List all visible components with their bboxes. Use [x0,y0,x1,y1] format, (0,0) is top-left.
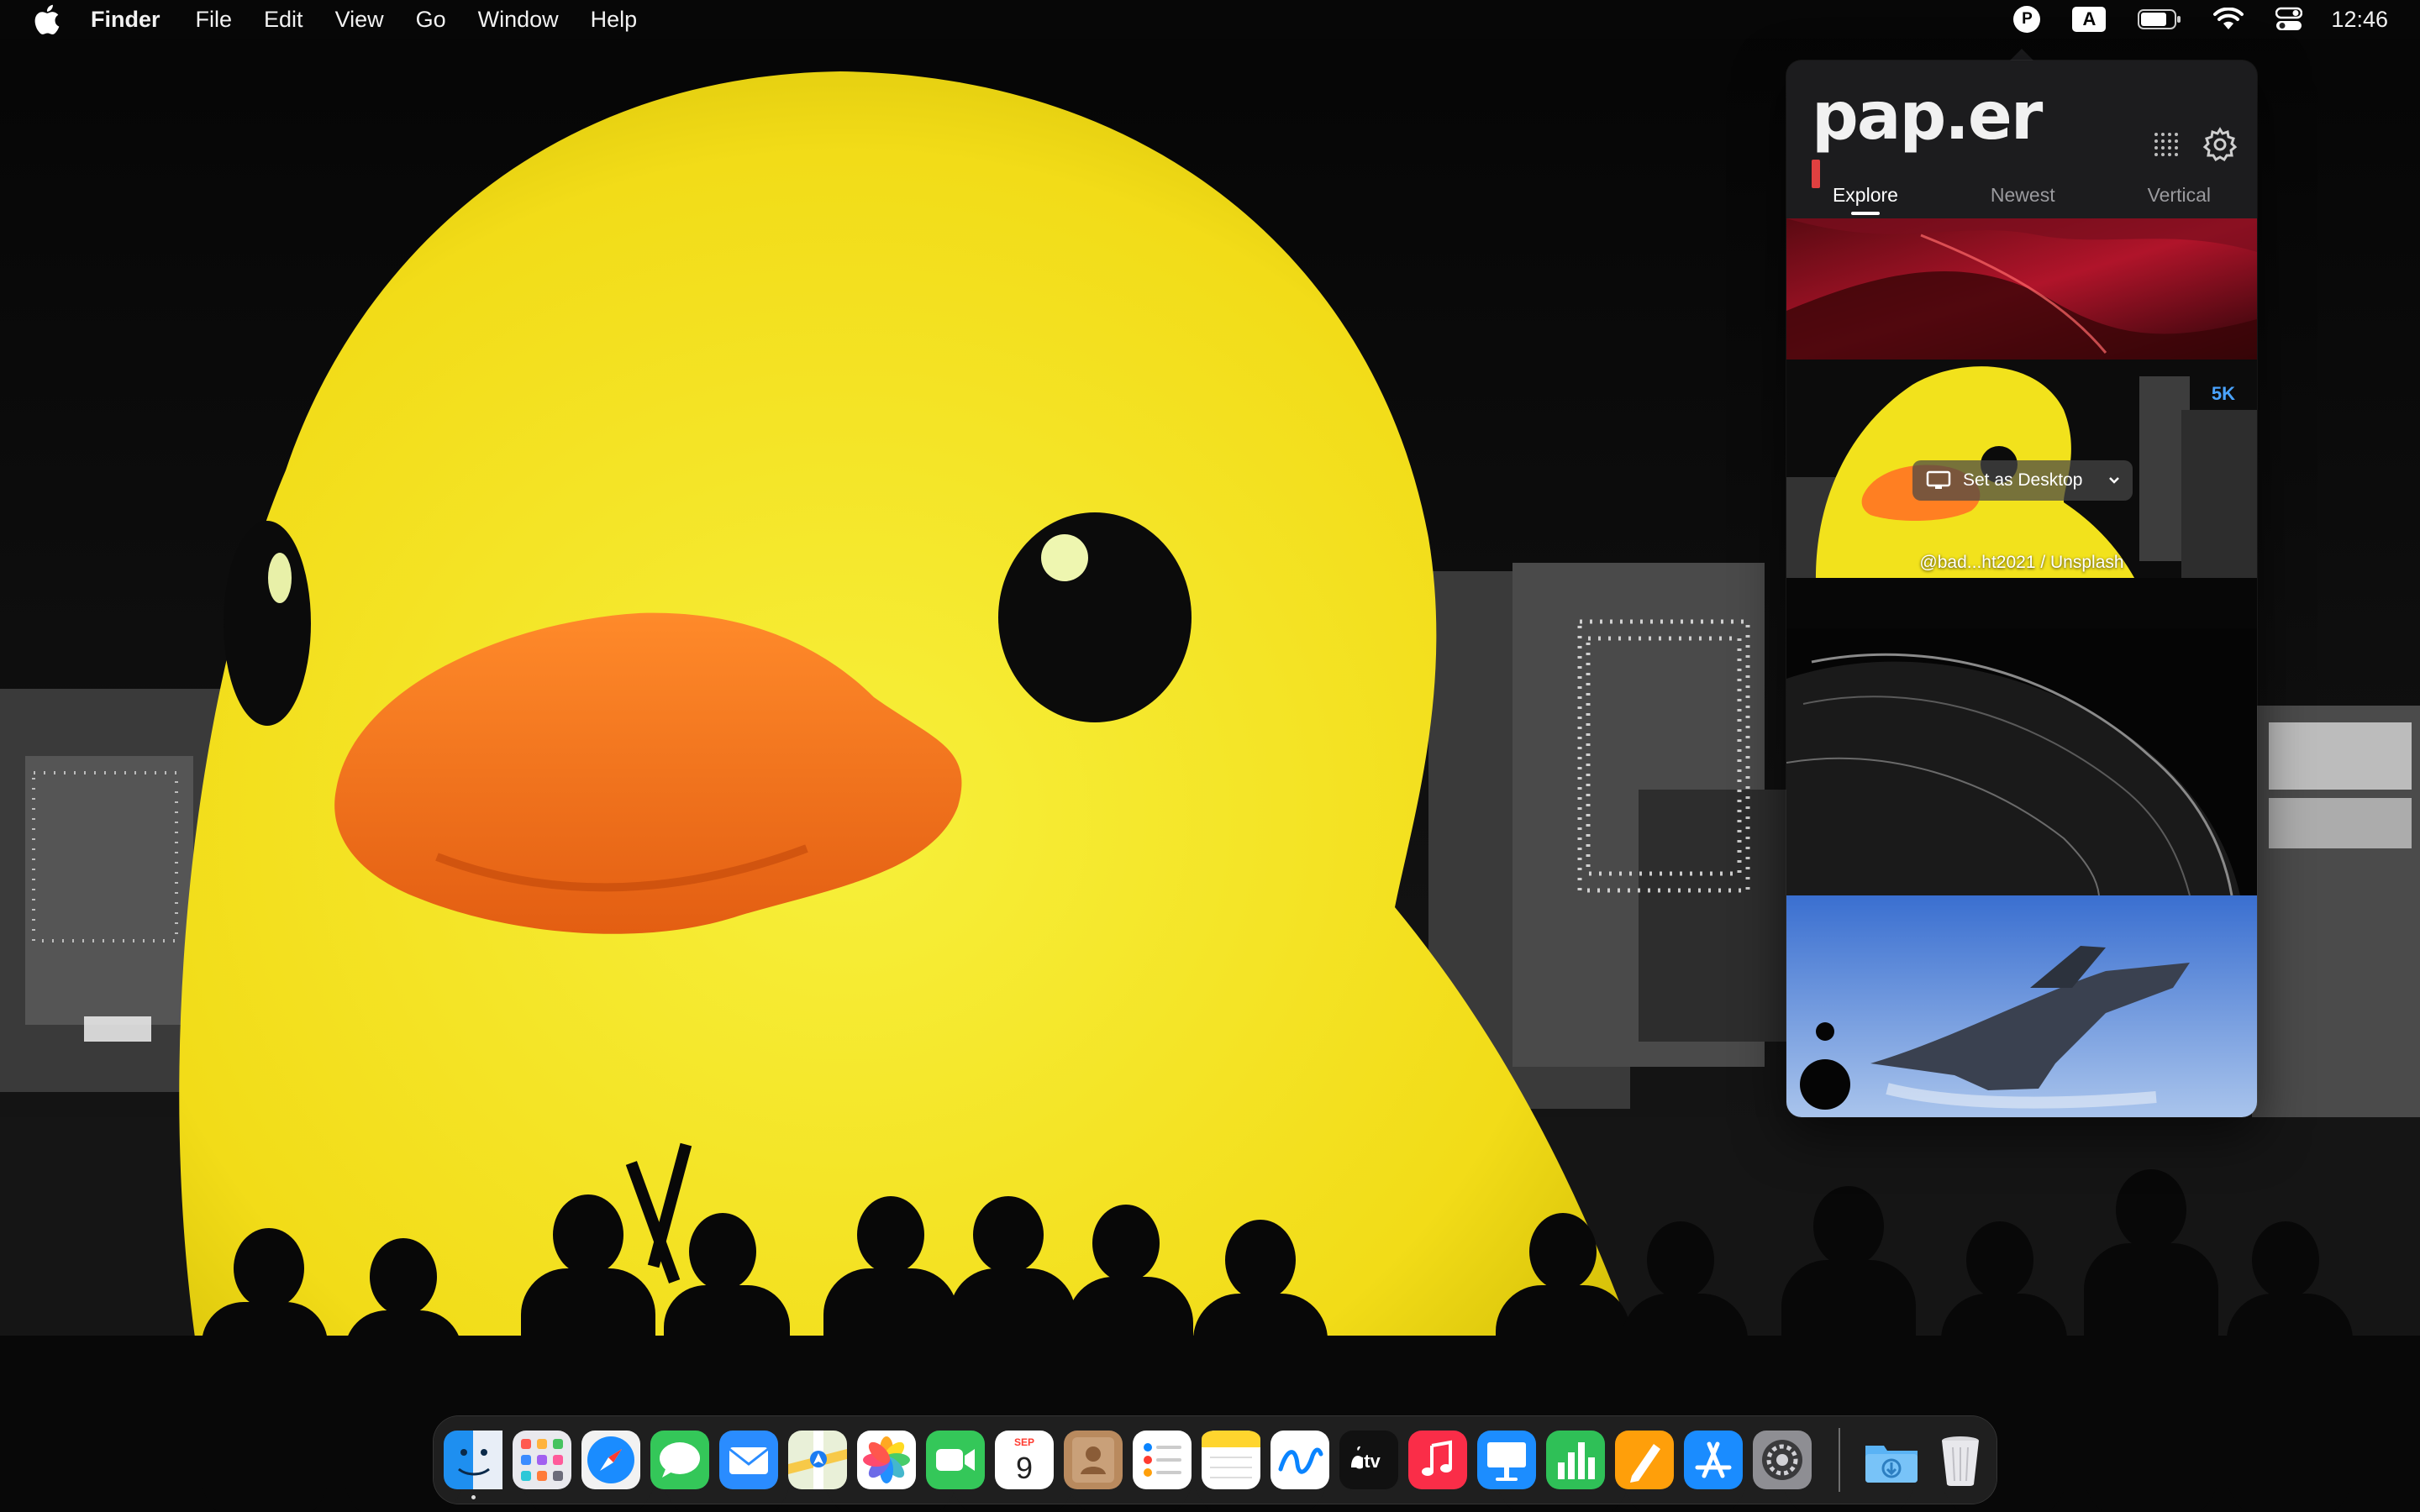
menu-help[interactable]: Help [591,7,638,33]
keynote-icon [1477,1431,1536,1489]
mail-icon [719,1431,778,1489]
dock-photos[interactable] [857,1431,916,1489]
paper-status-icon[interactable]: P [2013,6,2041,33]
thumbnail-rubber-duck[interactable]: 5K Set as Desktop @bad...ht2021 / Unspla… [1786,360,2257,628]
dock-reminders[interactable] [1133,1431,1192,1489]
dock-separator [1839,1428,1840,1492]
dock-trash[interactable] [1931,1431,1990,1489]
thumbnail-red-abstract[interactable] [1786,218,2257,360]
tv-label: tv [1364,1451,1381,1472]
paper-popover: pap.er Explore Newest Vertical 5K Set as… [1786,60,2257,1117]
dock-music[interactable] [1408,1431,1467,1489]
dock-facetime[interactable] [926,1431,985,1489]
dock-freeform[interactable] [1270,1431,1329,1489]
tab-explore[interactable]: Explore [1824,178,1907,218]
dock-mail[interactable] [719,1431,778,1489]
panel-header: pap.er Explore Newest Vertical [1786,60,2257,218]
menu-bar: Finder File Edit View Go Window Help P A [0,0,2420,39]
tab-newest[interactable]: Newest [1982,178,2064,218]
dock-maps[interactable] [788,1431,847,1489]
apple-menu-icon[interactable] [32,3,60,36]
reminders-icon [1133,1431,1192,1489]
photos-icon [857,1431,916,1489]
facetime-icon [926,1431,985,1489]
numbers-icon [1546,1431,1605,1489]
thumbnail-black-abstract[interactable] [1786,628,2257,895]
launchpad-icon [513,1431,571,1489]
dock-calendar[interactable]: SEP 9 [995,1431,1054,1489]
downloads-folder-icon [1865,1446,1918,1483]
paper-logo: pap.er [1812,79,2043,155]
battery-icon[interactable] [2138,8,2181,30]
trash-icon [1942,1436,1979,1486]
menu-window[interactable]: Window [478,7,559,33]
menu-view[interactable]: View [335,7,384,33]
running-indicator [471,1495,476,1499]
tab-vertical[interactable]: Vertical [2139,178,2219,218]
calendar-icon: SEP 9 [995,1431,1054,1489]
set-as-desktop-button[interactable]: Set as Desktop [1912,460,2133,501]
panel-tabs: Explore Newest Vertical [1786,178,2257,218]
app-store-icon [1684,1431,1743,1489]
input-source-icon[interactable]: A [2072,7,2107,32]
dock-finder[interactable] [444,1431,502,1499]
contacts-icon [1064,1431,1123,1489]
maps-icon [788,1431,847,1489]
wallpaper-thumbnail-list[interactable]: 5K Set as Desktop @bad...ht2021 / Unspla… [1786,218,2257,1117]
dock-numbers[interactable] [1546,1431,1605,1489]
menu-clock[interactable]: 12:46 [2331,7,2388,33]
notes-icon [1202,1431,1260,1489]
dock-system-settings[interactable] [1753,1431,1812,1489]
finder-icon [444,1431,502,1489]
music-icon [1408,1431,1467,1489]
dock-app-store[interactable] [1684,1431,1743,1489]
freeform-icon [1270,1431,1329,1489]
dock-contacts[interactable] [1064,1431,1123,1489]
dock-notes[interactable] [1202,1431,1260,1489]
paper-status-letter: P [2013,6,2041,33]
resolution-badge: 5K [2211,383,2235,404]
safari-icon [581,1431,640,1489]
pages-icon [1615,1431,1674,1489]
input-source-letter: A [2072,7,2107,32]
dock: SEP 9 tv [434,1416,1996,1504]
thumbnail-fighter-jet[interactable] [1786,895,2257,1117]
set-as-desktop-label: Set as Desktop [1963,470,2083,490]
dock-pages[interactable] [1615,1431,1674,1489]
gear-icon[interactable] [2202,126,2238,163]
monitor-icon [1926,470,1951,491]
dock-messages[interactable] [650,1431,709,1489]
dock-safari[interactable] [581,1431,640,1489]
tv-icon: tv [1339,1431,1398,1489]
dock-launchpad[interactable] [513,1431,571,1489]
control-center-icon[interactable] [2275,7,2303,32]
photo-credit[interactable]: @bad...ht2021 / Unsplash [1786,553,2257,573]
dock-downloads[interactable] [1862,1431,1921,1489]
calendar-day: 9 [1016,1451,1033,1485]
grid-dots-icon[interactable] [2149,128,2183,161]
calendar-month: SEP [1014,1436,1034,1448]
menu-app-name[interactable]: Finder [91,7,160,33]
system-settings-icon [1753,1431,1812,1489]
menu-go[interactable]: Go [416,7,446,33]
menu-file[interactable]: File [196,7,233,33]
dock-tv[interactable]: tv [1339,1431,1398,1489]
messages-icon [650,1431,709,1489]
menu-edit[interactable]: Edit [264,7,303,33]
dock-keynote[interactable] [1477,1431,1536,1489]
wifi-icon[interactable] [2213,8,2244,31]
chevron-down-icon[interactable] [2107,475,2121,486]
